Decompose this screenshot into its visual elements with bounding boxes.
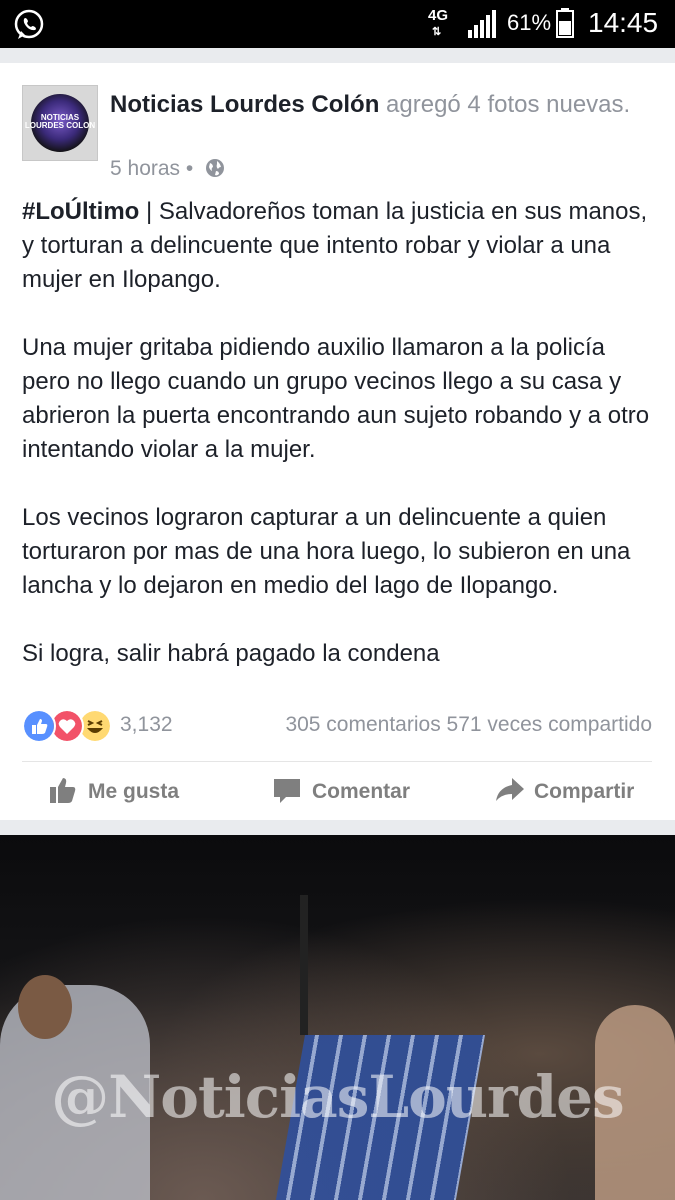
data-arrows-icon: ⇅ — [432, 26, 442, 38]
page-avatar[interactable]: NOTICIAS LOURDES COLON — [22, 85, 98, 161]
divider — [22, 761, 652, 762]
battery-percent: 61% — [507, 10, 552, 35]
post-paragraph-1: #LoÚltimo | Salvadoreños toman la justic… — [22, 195, 652, 297]
thumbs-up-icon — [50, 778, 76, 803]
post-photo[interactable]: @NoticiasLourdes — [0, 835, 675, 1200]
clock: 14:45 — [588, 7, 659, 38]
hashtag-separator: | — [139, 198, 159, 225]
share-button[interactable]: Compartir — [494, 775, 654, 809]
post-action-text: agregó 4 fotos nuevas. — [379, 91, 631, 118]
share-count[interactable]: 571 veces compartido — [447, 713, 652, 736]
comment-label: Comentar — [312, 780, 411, 803]
meta-separator: • — [185, 157, 194, 180]
comment-icon — [274, 779, 300, 803]
post-paragraph-4: Si logra, salir habrá pagado la condena — [22, 640, 440, 667]
network-type: 4G — [428, 7, 449, 24]
post-paragraph-3: Los vecinos lograron capturar a un delin… — [22, 504, 631, 599]
photo-person-left-head — [18, 975, 72, 1039]
photo-watermark: @NoticiasLourdes — [51, 1063, 624, 1131]
post-paragraph-2: Una mujer gritaba pidiendo auxilio llama… — [22, 334, 650, 463]
post-header: Noticias Lourdes Colón agregó 4 fotos nu… — [110, 89, 650, 121]
whatsapp-icon — [14, 9, 44, 39]
comment-button[interactable]: Comentar — [272, 775, 432, 809]
signal-icon — [468, 10, 496, 38]
reaction-count[interactable]: 3,132 — [120, 713, 173, 737]
like-button[interactable]: Me gusta — [48, 775, 198, 809]
hashtag-link[interactable]: #LoÚltimo — [22, 198, 139, 225]
like-label: Me gusta — [88, 780, 180, 803]
share-label: Compartir — [534, 780, 635, 803]
share-arrow-icon — [496, 778, 524, 801]
battery-icon — [556, 8, 574, 38]
post-card: NOTICIAS LOURDES COLON Noticias Lourdes … — [0, 63, 675, 820]
status-bar: 4G ⇅ 61% 14:45 — [0, 0, 675, 48]
post-meta: 5 horas • — [110, 157, 225, 181]
post-stats: 305 comentarios 571 veces compartido — [285, 713, 652, 737]
post-time[interactable]: 5 horas — [110, 157, 180, 180]
globe-icon — [206, 159, 225, 177]
avatar-brand-text: NOTICIAS LOURDES COLON — [24, 113, 96, 130]
post-text: #LoÚltimo | Salvadoreños toman la justic… — [22, 195, 652, 671]
photo-street-pole — [300, 895, 308, 1035]
page-name-link[interactable]: Noticias Lourdes Colón — [110, 91, 379, 118]
reactions-bar[interactable]: 3,132 305 comentarios 571 veces comparti… — [22, 709, 652, 743]
comment-count[interactable]: 305 comentarios — [285, 713, 440, 736]
like-reaction-icon — [22, 709, 56, 743]
post-actions: Me gusta Comentar Compartir — [0, 763, 675, 820]
network-indicator: 4G ⇅ — [428, 7, 449, 38]
